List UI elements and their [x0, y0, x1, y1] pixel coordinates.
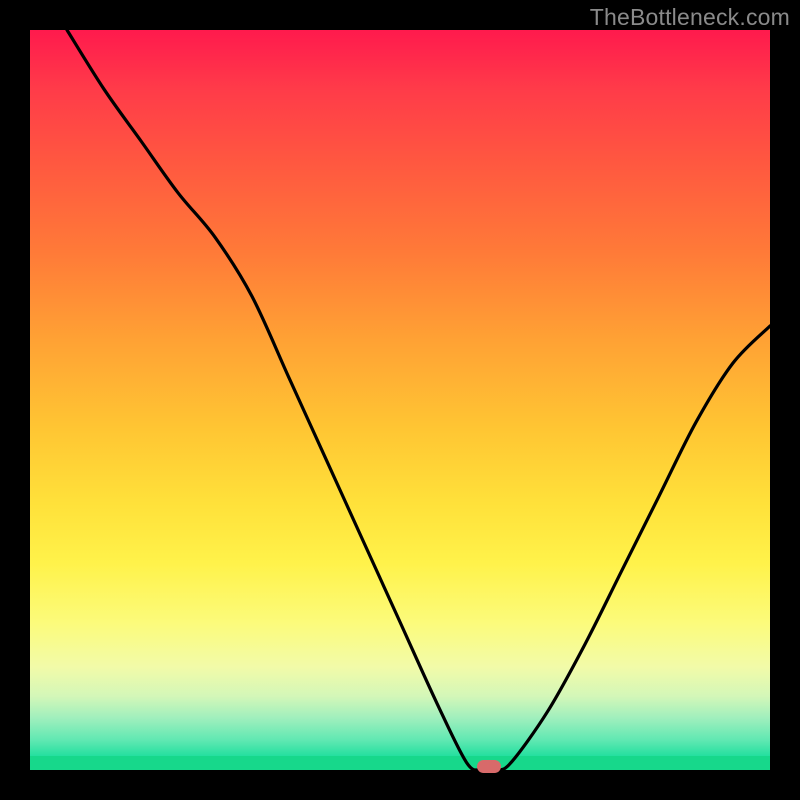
- watermark-text: TheBottleneck.com: [590, 4, 790, 31]
- bottleneck-curve: [67, 30, 770, 771]
- chart-frame: TheBottleneck.com: [0, 0, 800, 800]
- curve-layer: [30, 30, 770, 770]
- optimal-point-marker: [477, 760, 501, 773]
